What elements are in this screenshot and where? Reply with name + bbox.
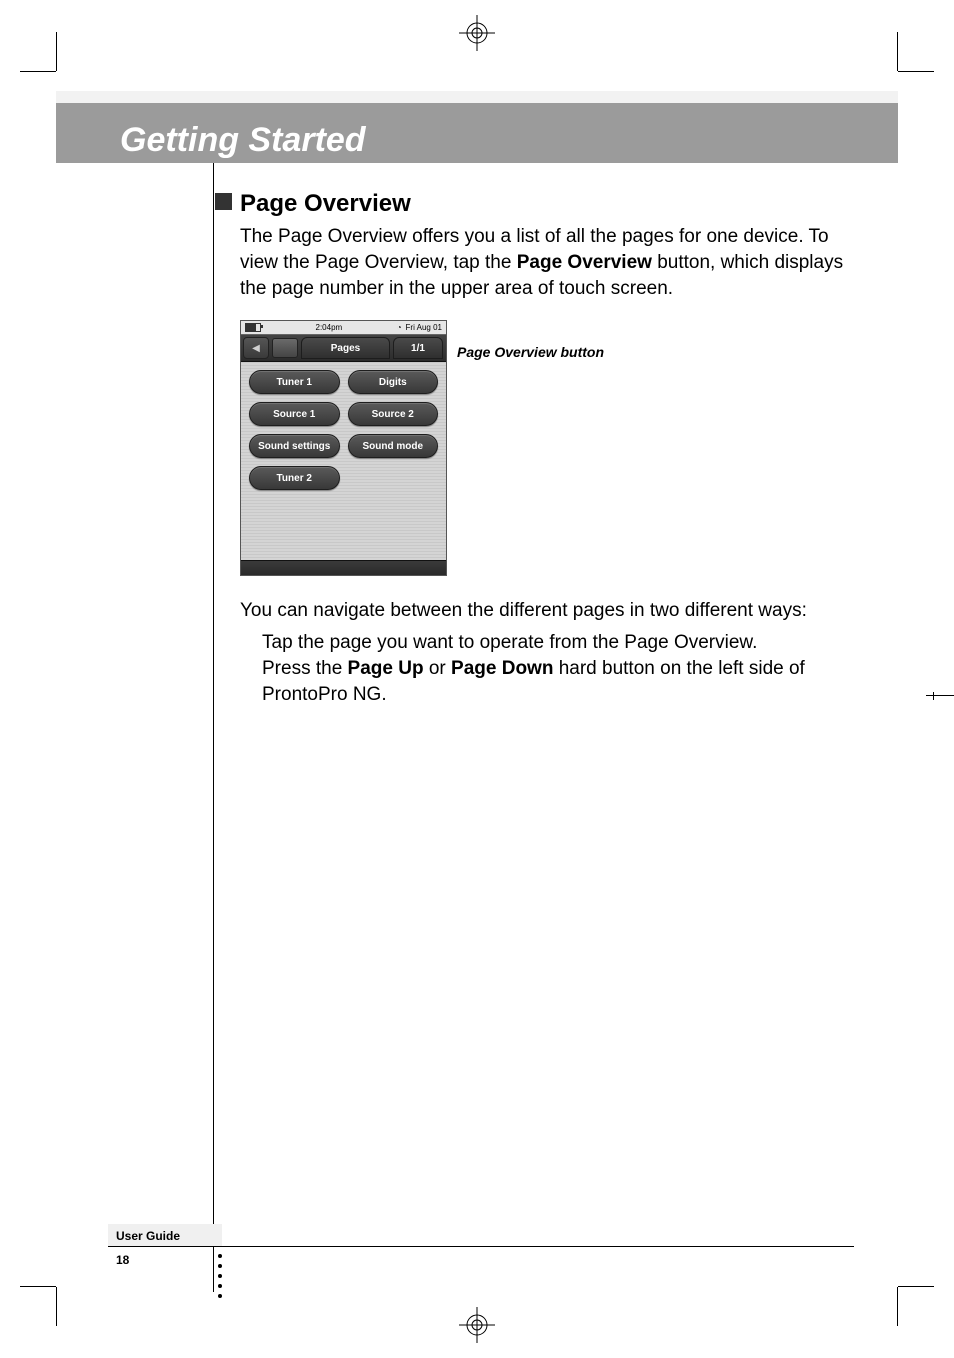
page-button[interactable]: Digits — [348, 370, 439, 394]
crop-mark — [897, 32, 898, 71]
callout-label: Page Overview button — [457, 344, 604, 361]
crop-mark — [20, 71, 56, 72]
device-time: 2:04pm — [316, 323, 343, 332]
device-date: Fri Aug 01 — [406, 323, 442, 332]
way-text: Press the — [262, 658, 348, 679]
clock-icon: ◔ — [397, 323, 402, 332]
section-heading: Page Overview — [240, 190, 854, 218]
chevron-left-icon: ◀ — [252, 343, 260, 354]
navigate-ways: Tap the page you want to operate from th… — [240, 630, 854, 708]
crop-mark — [898, 71, 934, 72]
chapter-band: Getting Started — [56, 91, 898, 163]
page-overview-button[interactable]: 1/1 — [393, 337, 443, 359]
way-text: or — [424, 658, 451, 679]
device-tab-bar: ◀ Pages 1/1 — [241, 334, 446, 362]
nav-back-button[interactable]: ◀ — [243, 337, 269, 359]
page-number: 18 — [116, 1253, 129, 1267]
page-button[interactable]: Sound settings — [249, 434, 340, 458]
pages-tab[interactable]: Pages — [301, 337, 390, 359]
device-screenshot: 2:04pm ◔ Fri Aug 01 ◀ Pages 1/1 Tuner 1 D… — [240, 320, 447, 576]
section-bullet-icon — [215, 193, 232, 210]
device-page-grid: Tuner 1 Digits Source 1 Source 2 Sound s… — [241, 362, 446, 560]
intro-paragraph: The Page Overview offers you a list of a… — [240, 224, 854, 302]
footer-rule — [108, 1246, 854, 1247]
way-bold: Page Up — [348, 658, 424, 679]
crop-mark — [933, 692, 934, 700]
page-button[interactable]: Source 2 — [348, 402, 439, 426]
navigate-lead: You can navigate between the different p… — [240, 598, 854, 624]
device-icon[interactable] — [272, 338, 298, 358]
way-item: Press the Page Up or Page Down hard butt… — [262, 656, 854, 708]
way-item: Tap the page you want to operate from th… — [262, 630, 854, 656]
crop-mark — [926, 695, 954, 696]
crop-mark — [56, 32, 57, 71]
registration-mark-icon — [459, 1307, 495, 1343]
intro-bold: Page Overview — [517, 252, 652, 273]
device-status-bar: 2:04pm ◔ Fri Aug 01 — [241, 321, 446, 334]
registration-mark-icon — [459, 15, 495, 51]
page-button[interactable]: Source 1 — [249, 402, 340, 426]
callout: Page Overview button — [447, 320, 604, 361]
device-bottom-bar — [241, 560, 446, 575]
column-rule — [213, 163, 214, 1292]
battery-icon — [245, 323, 261, 332]
page-button[interactable]: Sound mode — [348, 434, 439, 458]
crop-mark — [56, 1287, 57, 1326]
page-button[interactable]: Tuner 2 — [249, 466, 340, 490]
footer-label: User Guide — [108, 1224, 222, 1247]
page-button[interactable]: Tuner 1 — [249, 370, 340, 394]
crop-mark — [897, 1287, 898, 1326]
crop-mark — [20, 1286, 56, 1287]
footer-dots-icon — [218, 1254, 222, 1298]
crop-mark — [898, 1286, 934, 1287]
way-bold: Page Down — [451, 658, 553, 679]
chapter-title: Getting Started — [120, 121, 366, 160]
